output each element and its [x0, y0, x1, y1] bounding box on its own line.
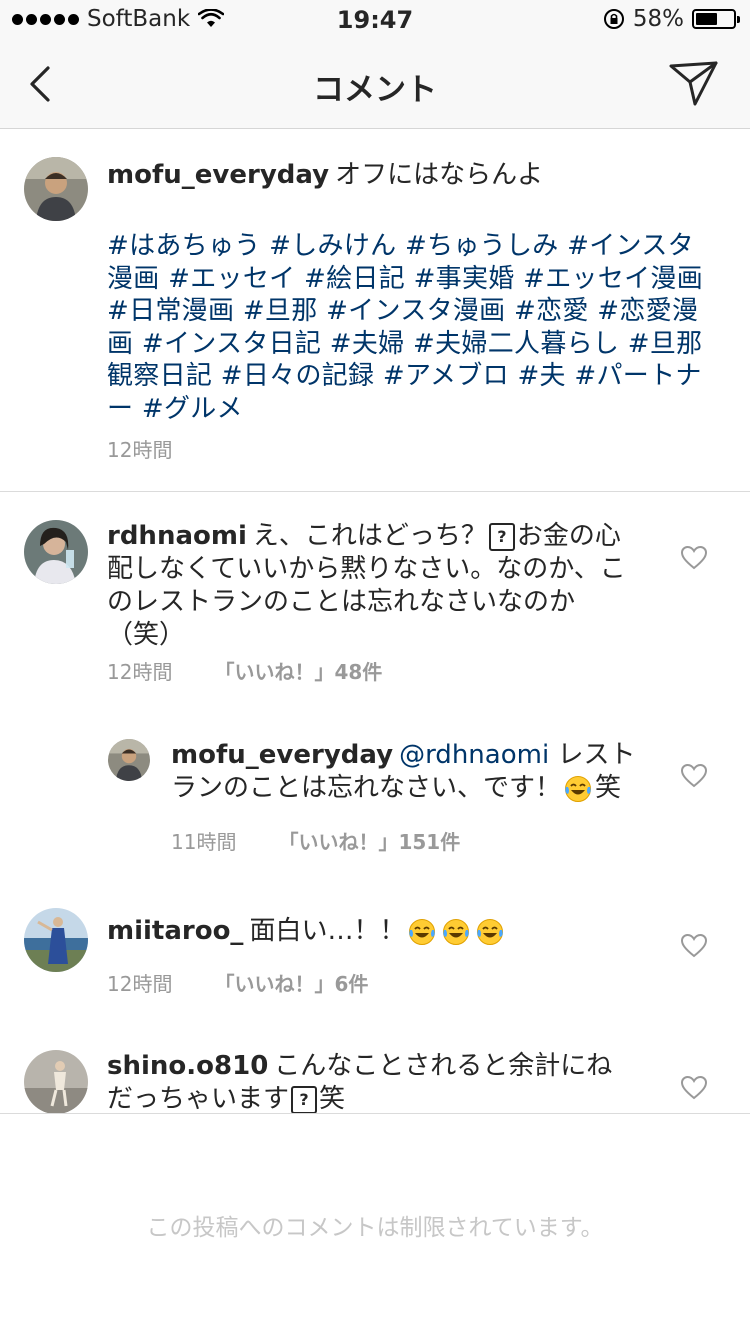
avatar[interactable] — [24, 157, 88, 221]
reply-timestamp: 11時間 — [171, 830, 237, 854]
laughing-tears-emoji-icon — [565, 775, 592, 802]
heart-icon[interactable] — [680, 763, 708, 789]
avatar-photo-icon — [24, 1050, 88, 1114]
reply-username[interactable]: mofu_everyday — [171, 740, 393, 770]
comment-username[interactable]: miitaroo_ — [107, 916, 243, 946]
reply-like-count[interactable]: 「いいね！」151件 — [278, 826, 460, 855]
comment-body: え、これはどっち？ — [252, 521, 487, 551]
comments-restricted-notice: この投稿へのコメントは制限されています。 — [146, 1215, 604, 1241]
caption-body: オフにはならんよ — [335, 160, 544, 190]
comment-username[interactable]: shino.o810 — [107, 1051, 268, 1081]
avatar-photo-icon — [24, 157, 88, 221]
avatar[interactable] — [24, 1050, 88, 1114]
comment-body: 面白い…！！ — [249, 916, 406, 946]
heart-icon[interactable] — [680, 545, 708, 571]
page-title: コメント — [313, 72, 437, 108]
avatar-photo-icon — [24, 908, 88, 972]
battery-percent: 58% — [632, 6, 684, 32]
battery-level-fill — [696, 13, 717, 25]
reply-text: mofu_everyday @rdhnaomi レストランのことは忘れなさい、です… — [171, 739, 641, 805]
direct-send-icon[interactable] — [668, 58, 720, 110]
reply-meta: 11時間 「いいね！」151件 — [171, 826, 460, 855]
reply-body-continued: 笑 — [595, 773, 622, 803]
laughing-tears-emoji-icon — [443, 918, 470, 945]
comment-like-count[interactable]: 「いいね！」6件 — [214, 968, 368, 997]
battery-icon — [692, 9, 740, 29]
comment-meta: 12時間 「いいね！」48件 — [107, 656, 382, 685]
comment-text: miitaroo_ 面白い…！！ — [107, 915, 667, 948]
comment-meta: 12時間 「いいね！」6件 — [107, 968, 368, 997]
comment-timestamp: 12時間 — [107, 972, 173, 996]
avatar[interactable] — [108, 739, 150, 781]
footer-divider — [0, 1113, 750, 1114]
caption-text: mofu_everyday オフにはならんよ — [107, 159, 717, 192]
comment-timestamp: 12時間 — [107, 660, 173, 684]
comment-username[interactable]: rdhnaomi — [107, 521, 247, 551]
navigation-bar: コメント — [0, 40, 750, 129]
caption-meta: 12時間 — [107, 434, 172, 463]
caption-section: mofu_everyday オフにはならんよ #はあちゅう #しみけん #ちゅうし… — [0, 129, 750, 492]
caption-username[interactable]: mofu_everyday — [107, 160, 329, 190]
heart-icon[interactable] — [680, 1075, 708, 1101]
avatar[interactable] — [24, 908, 88, 972]
laughing-tears-emoji-icon — [477, 918, 504, 945]
status-right: 58% — [603, 6, 740, 32]
unknown-glyph-icon: ? — [488, 522, 515, 551]
heart-icon[interactable] — [680, 933, 708, 959]
avatar-photo-icon — [108, 739, 150, 781]
laughing-tears-emoji-icon — [409, 918, 436, 945]
orientation-lock-icon — [603, 9, 624, 29]
avatar[interactable] — [24, 520, 88, 584]
caption-timestamp: 12時間 — [107, 438, 173, 462]
comment-like-count[interactable]: 「いいね！」48件 — [214, 656, 382, 685]
caption-hashtags[interactable]: #はあちゅう #しみけん #ちゅうしみ #インスタ漫画 #エッセイ #絵日記 #… — [107, 230, 707, 425]
unknown-glyph-icon: ? — [291, 1085, 318, 1114]
comment-text: rdhnaomi え、これはどっち？? お金の心配しなくていいから黙りなさい。なのか… — [107, 520, 637, 652]
status-bar: SoftBank 19:47 58% — [0, 0, 750, 40]
comment-body-continued: 笑 — [319, 1084, 346, 1114]
comment-text: shino.o810 こんなことされると余計にねだっちゃいます? 笑 — [107, 1050, 637, 1116]
avatar-photo-icon — [24, 520, 88, 584]
reply-mention[interactable]: @rdhnaomi — [399, 740, 549, 770]
